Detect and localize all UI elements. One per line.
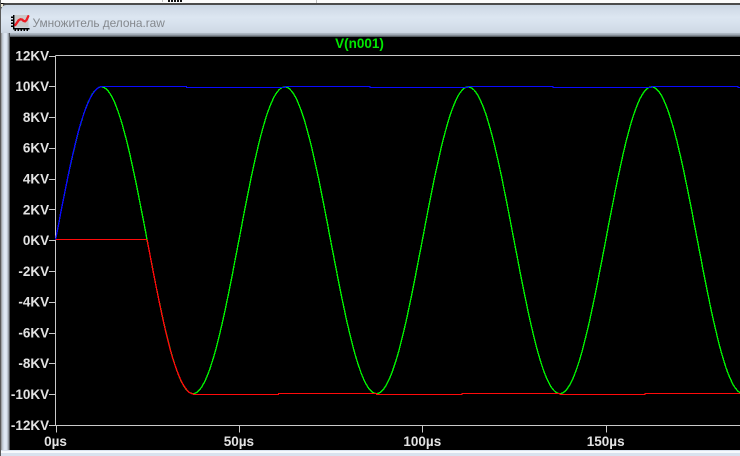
- svg-text:6KV: 6KV: [23, 141, 49, 156]
- svg-text:150µs: 150µs: [587, 434, 625, 449]
- svg-text:2KV: 2KV: [23, 202, 49, 217]
- svg-text:100µs: 100µs: [403, 434, 441, 449]
- svg-text:V(n001): V(n001): [335, 36, 384, 51]
- svg-text:-6KV: -6KV: [18, 325, 49, 340]
- svg-text:0µs: 0µs: [44, 434, 67, 449]
- svg-text:-10KV: -10KV: [11, 387, 49, 402]
- svg-text:12KV: 12KV: [15, 48, 49, 63]
- svg-text:-8KV: -8KV: [18, 356, 49, 371]
- svg-text:-4KV: -4KV: [18, 295, 49, 310]
- svg-text:-2KV: -2KV: [18, 264, 49, 279]
- svg-text:0KV: 0KV: [23, 233, 49, 248]
- svg-text:-12KV: -12KV: [11, 418, 49, 433]
- svg-text:50µs: 50µs: [224, 434, 254, 449]
- svg-text:8KV: 8KV: [23, 110, 49, 125]
- svg-text:10KV: 10KV: [15, 79, 49, 94]
- svg-text:4KV: 4KV: [23, 172, 49, 187]
